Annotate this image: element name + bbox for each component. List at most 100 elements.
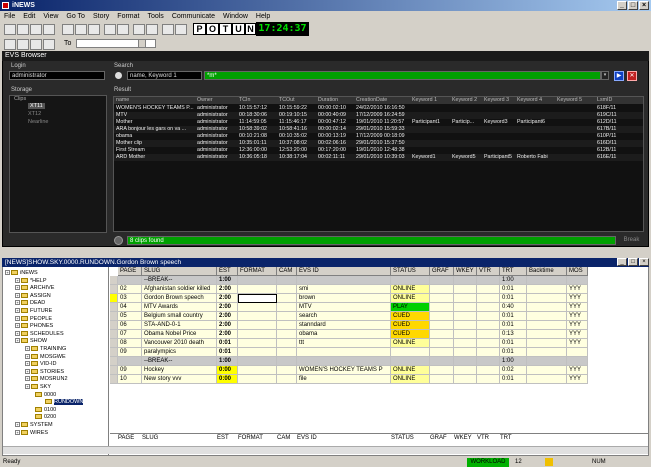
script-icon[interactable] xyxy=(30,39,42,50)
rundown-cell[interactable] xyxy=(430,348,454,357)
storage-xt12[interactable]: XT12 xyxy=(28,111,41,117)
rundown-cell[interactable] xyxy=(527,285,567,294)
rundown-cell[interactable] xyxy=(477,321,500,330)
rundown-cell[interactable]: 2:00 xyxy=(217,330,238,339)
result-column-header[interactable]: Keyword 1 xyxy=(412,97,451,104)
login-field[interactable]: administrator xyxy=(9,71,105,80)
column-header[interactable]: STATUS xyxy=(391,267,430,276)
rundown-cell[interactable] xyxy=(477,294,500,303)
menu-goto[interactable]: Go To xyxy=(62,11,89,22)
rundown-cell[interactable]: 09 xyxy=(118,366,142,375)
rundown-cell[interactable]: stanndard xyxy=(297,321,391,330)
rundown-cell[interactable] xyxy=(477,357,500,366)
horizontal-scrollbar[interactable] xyxy=(3,446,648,454)
rundown-cell[interactable]: YYY xyxy=(567,375,588,384)
rundown-cell[interactable]: 05 xyxy=(118,312,142,321)
rundown-cell[interactable] xyxy=(454,330,477,339)
rundown-cell[interactable] xyxy=(430,312,454,321)
rundown-cell[interactable]: 0:40 xyxy=(500,303,527,312)
column-header[interactable]: PAGE xyxy=(118,267,142,276)
rundown-cell[interactable]: smi xyxy=(297,285,391,294)
rundown-cell[interactable] xyxy=(277,348,297,357)
rundown-maximize-button[interactable]: □ xyxy=(628,258,638,266)
rundown-cell[interactable] xyxy=(238,357,277,366)
rundown-cell[interactable]: 0:01 xyxy=(217,339,238,348)
rundown-cell[interactable] xyxy=(277,375,297,384)
story-icon[interactable] xyxy=(17,39,29,50)
rundown-cell[interactable]: New story vvv xyxy=(142,375,217,384)
result-column-header[interactable]: Keyword 2 xyxy=(452,97,483,104)
break-button[interactable]: Break xyxy=(619,236,644,245)
expand-icon[interactable]: + xyxy=(15,422,20,428)
expand-icon[interactable]: + xyxy=(15,285,20,291)
rundown-cell[interactable] xyxy=(527,294,567,303)
n-button[interactable]: N xyxy=(245,23,256,35)
rundown-cell[interactable] xyxy=(527,366,567,375)
rundown-cell[interactable]: STA-AND-0-1 xyxy=(142,321,217,330)
result-column-header[interactable]: Duration xyxy=(318,97,355,104)
rundown-cell[interactable]: 0:01 xyxy=(500,375,527,384)
to-slider[interactable] xyxy=(138,39,146,48)
row-selector[interactable] xyxy=(110,339,118,348)
rundown-cell[interactable]: Obama Nobel Price xyxy=(142,330,217,339)
search-dropdown-icon[interactable]: ▾ xyxy=(601,71,609,80)
rundown-cell[interactable] xyxy=(238,294,277,303)
rundown-cell[interactable]: YYY xyxy=(567,339,588,348)
menu-communicate[interactable]: Communicate xyxy=(168,11,219,22)
rundown-cell[interactable]: --BREAK-- xyxy=(142,276,217,285)
rundown-cell[interactable]: Hockey xyxy=(142,366,217,375)
result-column-header[interactable]: TCIn xyxy=(239,97,278,104)
row-selector[interactable] xyxy=(110,276,118,285)
expand-icon[interactable]: + xyxy=(5,270,10,276)
rundown-cell[interactable] xyxy=(477,375,500,384)
save-icon[interactable] xyxy=(30,24,42,35)
new-story-icon[interactable] xyxy=(4,24,16,35)
rundown-cell[interactable] xyxy=(527,303,567,312)
rundown-cell[interactable] xyxy=(238,375,277,384)
rundown-cell[interactable]: 1:00 xyxy=(217,357,238,366)
expand-icon[interactable]: + xyxy=(15,308,20,314)
rundown-cell[interactable]: ONLINE xyxy=(391,285,430,294)
close-button[interactable]: × xyxy=(639,1,649,10)
t-button[interactable]: T xyxy=(219,23,232,35)
rundown-cell[interactable]: 07 xyxy=(118,330,142,339)
rundown-cell[interactable]: 04 xyxy=(118,303,142,312)
row-selector[interactable] xyxy=(110,357,118,366)
search-option-radio[interactable] xyxy=(115,72,122,79)
result-row[interactable]: MTV administrator 00:18:30:06 00:19:10:15 00… xyxy=(114,112,643,119)
result-column-header[interactable]: Keyword 4 xyxy=(517,97,556,104)
rundown-cell[interactable]: 1:00 xyxy=(500,357,527,366)
rundown-cell[interactable]: 0:01 xyxy=(500,339,527,348)
search-query-input[interactable]: *m* xyxy=(204,71,601,80)
rundown-cell[interactable]: YYY xyxy=(567,312,588,321)
rundown-cell[interactable] xyxy=(477,276,500,285)
rundown-cell[interactable]: MTV Awards xyxy=(142,303,217,312)
storage-nearline[interactable]: Nearline xyxy=(28,119,48,125)
rundown-cell[interactable]: YYY xyxy=(567,321,588,330)
rundown-cell[interactable]: 2:00 xyxy=(217,294,238,303)
rundown-cell[interactable] xyxy=(430,357,454,366)
expand-icon[interactable]: + xyxy=(25,376,30,382)
rundown-cell[interactable] xyxy=(277,276,297,285)
rundown-cell[interactable] xyxy=(567,357,588,366)
rundown-cell[interactable] xyxy=(430,339,454,348)
result-column-header[interactable]: name xyxy=(116,97,196,104)
rundown-cell[interactable]: ONLINE xyxy=(391,366,430,375)
find-icon[interactable] xyxy=(104,24,116,35)
expand-icon[interactable]: + xyxy=(25,384,30,390)
tree-node[interactable]: + WIRES xyxy=(15,429,48,437)
rundown-cell[interactable]: YYY xyxy=(567,366,588,375)
rundown-cell[interactable]: 0:01 xyxy=(500,285,527,294)
rundown-cell[interactable] xyxy=(430,303,454,312)
rundown-cell[interactable]: 0:01 xyxy=(217,348,238,357)
row-selector[interactable] xyxy=(110,366,118,375)
result-row[interactable]: obama administrator 00:10:21:08 00:10:35:02… xyxy=(114,133,643,140)
column-header[interactable]: EST xyxy=(217,267,238,276)
row-selector[interactable] xyxy=(110,294,118,303)
clear-search-icon[interactable]: ✕ xyxy=(627,71,637,81)
rundown-cell[interactable] xyxy=(454,321,477,330)
rundown-cell[interactable] xyxy=(454,303,477,312)
rundown-cell[interactable] xyxy=(527,321,567,330)
rundown-cell[interactable]: CUED xyxy=(391,330,430,339)
column-header[interactable]: SLUG xyxy=(142,267,217,276)
